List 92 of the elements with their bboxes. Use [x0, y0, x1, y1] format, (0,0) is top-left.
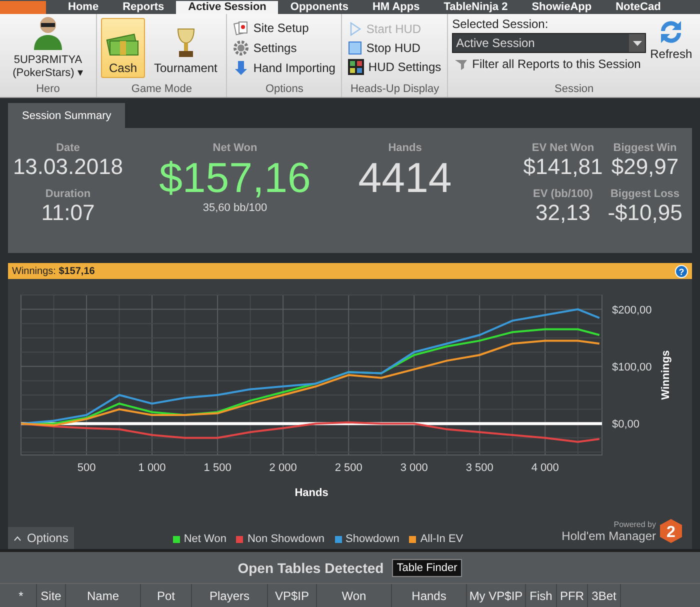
down-arrow-icon [233, 60, 250, 76]
cards-icon [233, 20, 250, 36]
group-label: Heads-Up Display [349, 82, 440, 97]
session-dropdown[interactable]: Active Session [452, 33, 646, 53]
x-axis-title: Hands [294, 487, 328, 499]
column-header[interactable]: Site [37, 584, 66, 607]
options-item[interactable]: Settings [231, 39, 299, 57]
ev-net-won-label: EV Net Won [532, 142, 594, 154]
gear-icon [233, 40, 250, 56]
y-tick-label: $0,00 [612, 418, 640, 431]
column-header[interactable]: Hands [392, 584, 467, 607]
group-label: Options [264, 82, 304, 97]
options-item[interactable]: Hand Importing [231, 59, 338, 77]
ribbon-tab[interactable]: HM Apps [360, 1, 432, 14]
ribbon-tab[interactable]: Home [56, 1, 111, 14]
y-tick-label: $100,00 [612, 361, 652, 374]
brand-name: Hold'em Manager [562, 528, 656, 542]
help-icon[interactable]: ? [675, 264, 688, 278]
hero-selector[interactable]: 5UP3RMITYA (PokerStars) ▾ [12, 54, 84, 80]
hud-grid-icon [348, 59, 364, 75]
avatar-icon [32, 14, 64, 50]
x-tick-label: 4 000 [531, 462, 559, 474]
options-item[interactable]: Site Setup [231, 19, 311, 37]
date-label: Date [56, 142, 80, 154]
ribbon-tab[interactable]: ShowieApp [520, 1, 604, 14]
ribbon-tab[interactable]: TableNinja 2 [432, 1, 520, 14]
legend-item: All-In EV [409, 533, 464, 545]
biggest-win-value: $29,97 [611, 154, 679, 180]
group-label: Game Mode [130, 82, 193, 97]
legend-item: Non Showdown [236, 533, 325, 545]
filter-button[interactable]: Filter all Reports to this Session [452, 56, 643, 72]
x-tick-label: 2 500 [334, 462, 362, 474]
column-header[interactable]: Pot [141, 584, 192, 607]
ev-bb-per-100-label: EV (bb/100) [533, 188, 593, 200]
panel-tab[interactable]: Session Summary [8, 103, 126, 128]
date-value: 13.03.2018 [12, 154, 124, 180]
column-header[interactable]: Fish [526, 584, 557, 607]
hud-item[interactable]: HUD Settings [346, 58, 444, 76]
x-tick-label: 3 500 [466, 462, 494, 474]
column-header[interactable]: Players [192, 584, 268, 607]
group-label: Session [553, 82, 595, 97]
ribbon-tab[interactable]: Active Session [176, 1, 278, 14]
filter-icon [454, 57, 468, 71]
game-mode-button[interactable]: Tournament [149, 18, 222, 78]
column-header[interactable]: Name [66, 584, 141, 607]
x-tick-label: 2 000 [269, 462, 297, 474]
ribbon-tab[interactable]: NoteCad [604, 1, 673, 14]
x-tick-label: 3 000 [400, 462, 428, 474]
legend-item: Net Won [172, 533, 226, 545]
hands-value: 4414 [358, 154, 452, 202]
column-header[interactable]: 3Bet [588, 584, 621, 607]
x-tick-label: 1 000 [138, 462, 166, 474]
caret-icon [632, 40, 642, 46]
hud-item[interactable]: Stop HUD [346, 40, 422, 56]
table-finder-button[interactable]: Table Finder [392, 558, 462, 576]
x-tick-label: 1 500 [204, 462, 232, 474]
y-axis-title: Winnings [660, 350, 672, 400]
biggest-loss-label: Biggest Loss [610, 188, 680, 200]
stop-icon [348, 41, 362, 55]
play-icon [348, 21, 362, 37]
game-mode-button[interactable]: Cash [101, 18, 145, 78]
duration-value: 11:07 [41, 200, 95, 226]
options-button[interactable]: Options [8, 527, 74, 549]
net-won-value: $157,16 [159, 154, 311, 202]
open-tables-title: Open Tables Detected [238, 560, 384, 576]
logo-badge: 2 [660, 519, 682, 543]
ev-net-won-value: $141,81 [523, 154, 603, 180]
ev-bb-per-100-value: 32,13 [535, 200, 591, 226]
refresh-button[interactable]: Refresh [650, 17, 692, 61]
y-tick-label: $200,00 [612, 304, 652, 316]
column-header[interactable]: * [6, 584, 37, 607]
column-header[interactable]: PFR [557, 584, 588, 607]
biggest-loss-value: -$10,95 [608, 200, 682, 226]
group-label: Hero [35, 82, 61, 97]
ribbon-tab[interactable]: Reports [110, 1, 176, 14]
biggest-win-label: Biggest Win [613, 142, 677, 154]
column-header[interactable]: Won [317, 584, 392, 607]
winnings-title: Winnings: $157,16 [12, 266, 95, 276]
bb-per-100: 35,60 bb/100 [202, 202, 268, 214]
chevron-up-icon [14, 536, 21, 540]
column-header[interactable]: VP$IP [268, 584, 317, 607]
column-header[interactable]: My VP$IP [467, 584, 526, 607]
x-tick-label: 500 [77, 462, 96, 474]
session-caption: Selected Session: [452, 17, 548, 31]
powered-by-text: Powered by [614, 520, 656, 528]
net-won-label: Net Won [212, 142, 258, 154]
hands-label: Hands [388, 142, 422, 154]
trophy-icon [174, 27, 197, 59]
ribbon-tab[interactable]: Opponents [278, 1, 360, 14]
duration-label: Duration [45, 188, 91, 200]
legend-item: Showdown [334, 533, 400, 545]
app-menu-button[interactable] [0, 1, 46, 14]
